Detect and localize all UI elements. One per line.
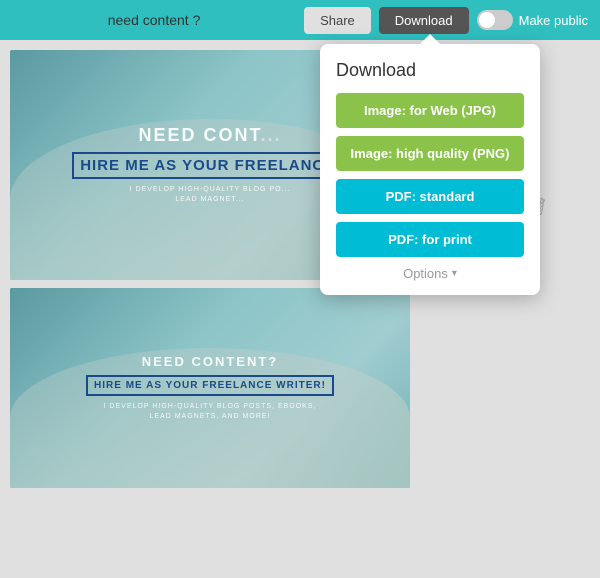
download-pdf-standard-button[interactable]: PDF: standard: [336, 179, 524, 214]
options-row: Options ▾: [336, 265, 524, 283]
share-button[interactable]: Share: [304, 7, 371, 34]
slide-2-hire-me: HIRE ME AS YOUR FREELANCE WRITER!: [86, 375, 334, 396]
download-dropdown-title: Download: [336, 60, 524, 81]
chevron-down-icon: ▾: [452, 268, 457, 279]
toolbar: need content ? Share Download Make publi…: [0, 0, 600, 40]
make-public-label: Make public: [519, 13, 588, 28]
slide-2-sub: I DEVELOP HIGH-QUALITY BLOG POSTS, EBOOK…: [86, 402, 334, 422]
slide-2-overlay: NEED CONTENT? HIRE ME AS YOUR FREELANCE …: [76, 344, 344, 432]
slide-1-overlay: NEED CONT... HIRE ME AS YOUR FREELANC...…: [62, 115, 358, 215]
slide-2-need-content: NEED CONTENT?: [86, 354, 334, 369]
options-link[interactable]: Options ▾: [403, 266, 457, 281]
slide-1-sub: I DEVELOP HIGH-QUALITY BLOG PO...LEAD MA…: [72, 185, 348, 205]
download-button[interactable]: Download: [379, 7, 469, 34]
download-pdf-print-button[interactable]: PDF: for print: [336, 222, 524, 257]
slide-2-background: NEED CONTENT? HIRE ME AS YOUR FREELANCE …: [10, 288, 410, 488]
make-public-toggle[interactable]: [477, 10, 513, 30]
slide-2[interactable]: NEED CONTENT? HIRE ME AS YOUR FREELANCE …: [10, 288, 410, 488]
need-content-label: need content ?: [108, 12, 201, 28]
download-dropdown: Download Image: for Web (JPG) Image: hig…: [320, 44, 540, 295]
slide-1-hire-me: HIRE ME AS YOUR FREELANC...: [72, 152, 348, 179]
make-public-toggle-container: Make public: [477, 10, 588, 30]
options-label: Options: [403, 266, 448, 281]
download-png-button[interactable]: Image: high quality (PNG): [336, 136, 524, 171]
slide-1-need-content: NEED CONT...: [72, 125, 348, 146]
download-jpg-button[interactable]: Image: for Web (JPG): [336, 93, 524, 128]
